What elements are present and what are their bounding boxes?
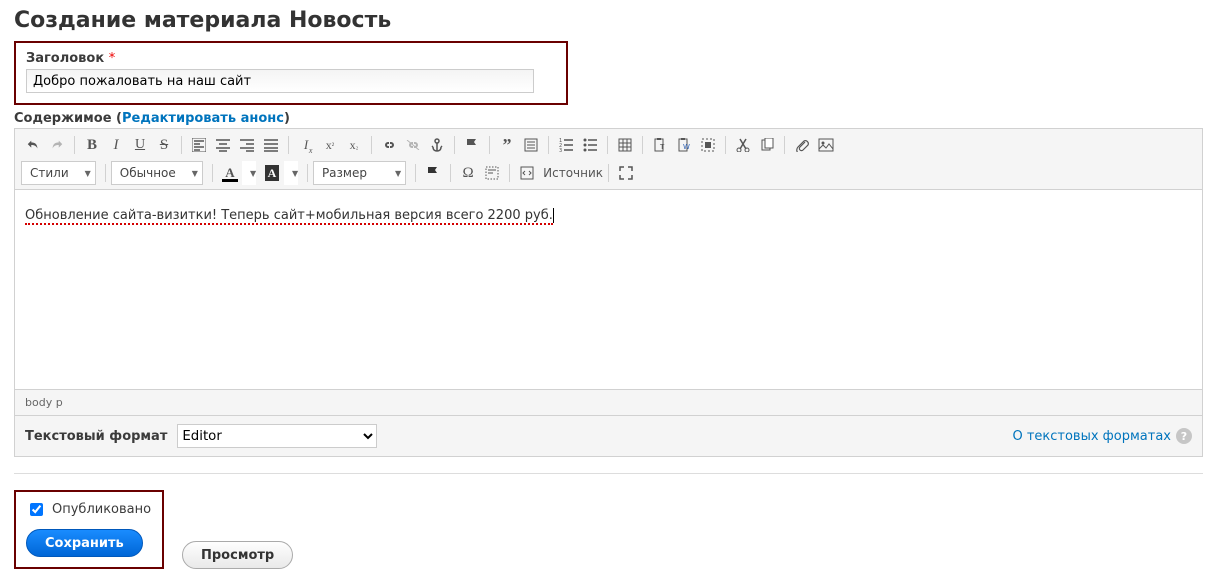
- bulleted-list-icon[interactable]: [578, 133, 602, 157]
- bg-color-icon[interactable]: A: [260, 161, 284, 185]
- svg-text:W: W: [683, 143, 690, 151]
- separator: [642, 136, 643, 154]
- select-all-icon[interactable]: [696, 133, 720, 157]
- source-button-label[interactable]: Источник: [543, 166, 603, 180]
- title-field-group: Заголовок *: [14, 41, 568, 105]
- special-char-icon[interactable]: Ω: [456, 161, 480, 185]
- show-blocks-icon[interactable]: [480, 161, 504, 185]
- table-icon[interactable]: [613, 133, 637, 157]
- cut-icon[interactable]: [731, 133, 755, 157]
- copy-icon[interactable]: [755, 133, 779, 157]
- separator: [509, 164, 510, 182]
- separator: [450, 164, 451, 182]
- flag-marker-icon[interactable]: [421, 161, 445, 185]
- numbered-list-icon[interactable]: 123: [554, 133, 578, 157]
- italic-icon[interactable]: I: [104, 133, 128, 157]
- separator: [371, 136, 372, 154]
- styles-dropdown[interactable]: Стили▼: [21, 161, 96, 185]
- preview-button[interactable]: Просмотр: [182, 541, 293, 569]
- align-right-icon[interactable]: [235, 133, 259, 157]
- separator: [74, 136, 75, 154]
- svg-text:3: 3: [559, 148, 562, 152]
- content-label-text: Содержимое: [14, 111, 112, 126]
- separator: [607, 136, 608, 154]
- editor-toolbar: B I U S Ix x² x₂ ” 123: [15, 129, 1202, 190]
- published-checkbox-row[interactable]: Опубликовано: [26, 500, 152, 519]
- div-container-icon[interactable]: [519, 133, 543, 157]
- align-left-icon[interactable]: [187, 133, 211, 157]
- flag-icon[interactable]: [460, 133, 484, 157]
- font-size-dropdown[interactable]: Размер▼: [313, 161, 406, 185]
- undo-icon[interactable]: [21, 133, 45, 157]
- unlink-icon[interactable]: [401, 133, 425, 157]
- separator: [288, 136, 289, 154]
- text-format-bar: Текстовый формат Editor О текстовых форм…: [15, 416, 1202, 456]
- separator: [608, 164, 609, 182]
- attachment-icon[interactable]: [790, 133, 814, 157]
- title-label-text: Заголовок: [26, 51, 104, 66]
- separator: [212, 164, 213, 182]
- separator: [784, 136, 785, 154]
- separator: [489, 136, 490, 154]
- paragraph-format-dropdown[interactable]: Обычное▼: [111, 161, 203, 185]
- title-label: Заголовок *: [26, 51, 556, 66]
- bg-color-dropdown[interactable]: ▼: [284, 161, 298, 185]
- about-text-formats-label: О текстовых форматах: [1012, 429, 1171, 444]
- separator: [548, 136, 549, 154]
- text-format-select[interactable]: Editor: [177, 424, 377, 448]
- separator: [307, 164, 308, 182]
- text-caret: [553, 208, 554, 223]
- publish-and-save-group: Опубликовано Сохранить: [14, 490, 164, 569]
- elements-path[interactable]: body p: [15, 390, 1202, 416]
- divider: [14, 473, 1203, 474]
- help-icon: ?: [1176, 428, 1192, 444]
- source-icon[interactable]: [515, 161, 539, 185]
- required-star-icon: *: [109, 51, 116, 66]
- paste-word-icon[interactable]: W: [672, 133, 696, 157]
- form-actions: Опубликовано Сохранить Просмотр: [14, 490, 1203, 569]
- text-color-dropdown[interactable]: ▼: [242, 161, 256, 185]
- superscript-icon[interactable]: x²: [318, 133, 342, 157]
- svg-text:T: T: [659, 143, 665, 151]
- about-text-formats-link[interactable]: О текстовых форматах ?: [1012, 428, 1192, 444]
- paste-text-icon[interactable]: T: [648, 133, 672, 157]
- toolbar-row-1: B I U S Ix x² x₂ ” 123: [21, 133, 1196, 161]
- editor-content-area[interactable]: Обновление сайта-визитки! Теперь сайт+мо…: [15, 190, 1202, 390]
- separator: [725, 136, 726, 154]
- rich-text-editor: B I U S Ix x² x₂ ” 123: [14, 128, 1203, 457]
- separator: [415, 164, 416, 182]
- text-format-label: Текстовый формат: [25, 429, 167, 444]
- edit-teaser-link[interactable]: Редактировать анонс: [122, 111, 284, 126]
- published-checkbox[interactable]: [30, 503, 43, 516]
- subscript-icon[interactable]: x₂: [342, 133, 366, 157]
- maximize-icon[interactable]: [614, 161, 638, 185]
- published-label: Опубликовано: [52, 502, 151, 517]
- editor-body-text: Обновление сайта-визитки! Теперь сайт+мо…: [25, 208, 553, 225]
- remove-format-icon[interactable]: Ix: [294, 133, 318, 157]
- separator: [181, 136, 182, 154]
- content-label: Содержимое (Редактировать анонс): [14, 111, 1203, 126]
- separator: [105, 164, 106, 182]
- blockquote-icon[interactable]: ”: [495, 133, 519, 157]
- text-color-icon[interactable]: A: [218, 161, 242, 185]
- page-title: Создание материала Новость: [14, 8, 1203, 33]
- align-justify-icon[interactable]: [259, 133, 283, 157]
- strikethrough-icon[interactable]: S: [152, 133, 176, 157]
- toolbar-row-2: Стили▼ Обычное▼ A ▼ A ▼ Размер▼ Ω Источн…: [21, 161, 1196, 189]
- bold-icon[interactable]: B: [80, 133, 104, 157]
- underline-icon[interactable]: U: [128, 133, 152, 157]
- title-input[interactable]: [26, 69, 534, 93]
- redo-icon[interactable]: [45, 133, 69, 157]
- link-icon[interactable]: [377, 133, 401, 157]
- align-center-icon[interactable]: [211, 133, 235, 157]
- image-icon[interactable]: [814, 133, 838, 157]
- save-button[interactable]: Сохранить: [26, 529, 143, 557]
- anchor-icon[interactable]: [425, 133, 449, 157]
- separator: [454, 136, 455, 154]
